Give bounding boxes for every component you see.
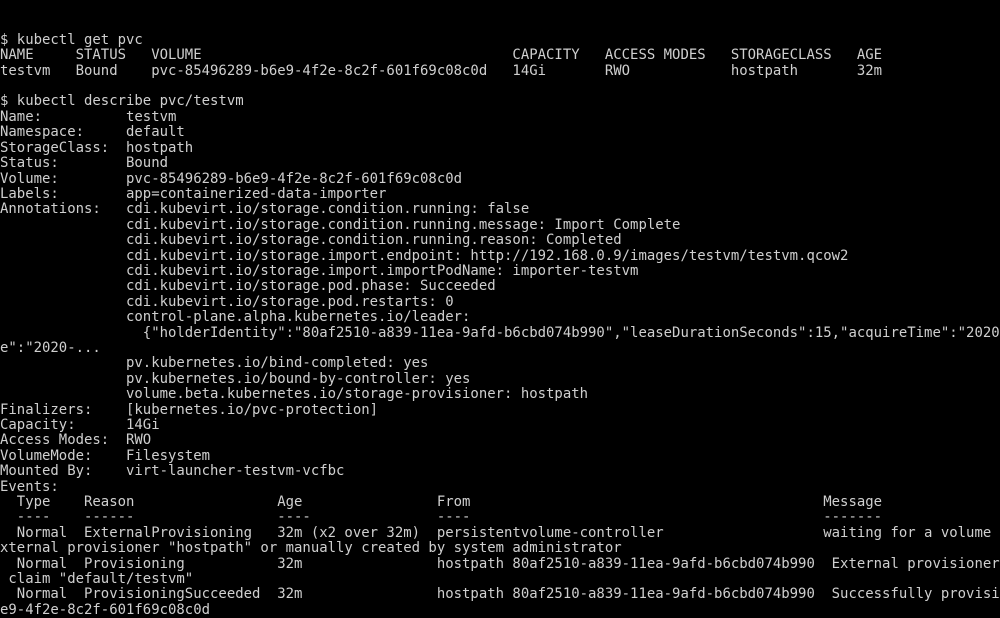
terminal-line [0,79,1000,94]
terminal-window[interactable]: $ kubectl get pvcNAME STATUS VOLUME CAPA… [0,0,1000,618]
terminal-line: Name: testvm [0,110,1000,125]
terminal-line: VolumeMode: Filesystem [0,449,1000,464]
terminal-line: Normal ProvisioningSucceeded 32m hostpat… [0,587,1000,602]
terminal-line: Status: Bound [0,156,1000,171]
terminal-line: pv.kubernetes.io/bind-completed: yes [0,356,1000,371]
terminal-line: e9-4f2e-8c2f-601f69c08c0d [0,603,1000,618]
terminal-line: cdi.kubevirt.io/storage.pod.restarts: 0 [0,295,1000,310]
terminal-line: Type Reason Age From Message [0,495,1000,510]
terminal-line: Normal Provisioning 32m hostpath 80af251… [0,557,1000,572]
terminal-line: Access Modes: RWO [0,433,1000,448]
terminal-line: xternal provisioner "hostpath" or manual… [0,541,1000,556]
terminal-line: cdi.kubevirt.io/storage.import.importPod… [0,264,1000,279]
terminal-line: Capacity: 14Gi [0,418,1000,433]
terminal-line: Mounted By: virt-launcher-testvm-vcfbc [0,464,1000,479]
terminal-line: StorageClass: hostpath [0,141,1000,156]
terminal-line: claim "default/testvm" [0,572,1000,587]
terminal-line: NAME STATUS VOLUME CAPACITY ACCESS MODES… [0,48,1000,63]
terminal-line: testvm Bound pvc-85496289-b6e9-4f2e-8c2f… [0,64,1000,79]
terminal-line: Normal ExternalProvisioning 32m (x2 over… [0,526,1000,541]
terminal-line: volume.beta.kubernetes.io/storage-provis… [0,387,1000,402]
terminal-line: cdi.kubevirt.io/storage.pod.phase: Succe… [0,279,1000,294]
terminal-line: {"holderIdentity":"80af2510-a839-11ea-9a… [0,326,1000,341]
terminal-line: $ kubectl get pvc [0,33,1000,48]
terminal-line: Annotations: cdi.kubevirt.io/storage.con… [0,202,1000,217]
terminal-line: Volume: pvc-85496289-b6e9-4f2e-8c2f-601f… [0,172,1000,187]
terminal-line: ---- ------ ---- ---- ------- [0,510,1000,525]
terminal-line: e":"2020-... [0,341,1000,356]
terminal-line: cdi.kubevirt.io/storage.import.endpoint:… [0,249,1000,264]
terminal-line: Labels: app=containerized-data-importer [0,187,1000,202]
terminal-line: $ kubectl describe pvc/testvm [0,94,1000,109]
terminal-line: Events: [0,480,1000,495]
terminal-line: pv.kubernetes.io/bound-by-controller: ye… [0,372,1000,387]
terminal-line: Namespace: default [0,125,1000,140]
terminal-line: cdi.kubevirt.io/storage.condition.runnin… [0,233,1000,248]
terminal-line: cdi.kubevirt.io/storage.condition.runnin… [0,218,1000,233]
terminal-line: control-plane.alpha.kubernetes.io/leader… [0,310,1000,325]
terminal-line: Finalizers: [kubernetes.io/pvc-protectio… [0,403,1000,418]
